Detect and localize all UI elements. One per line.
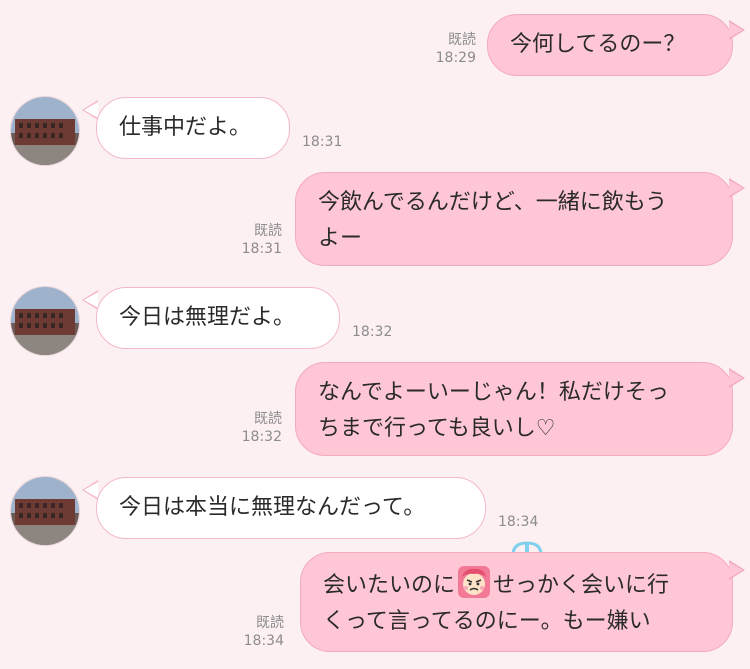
bubble-tail [82,290,98,310]
timestamp: 18:34 [243,633,284,649]
contact-avatar[interactable] [10,96,80,166]
message-text-line: くって言ってるのにー。もー嫌い [323,609,651,634]
timestamp: 18:31 [241,241,282,257]
incoming-message-bubble[interactable]: 今日は無理だよ。 [96,287,340,349]
message-text-line: ちまで行っても良いし♡ [318,416,556,441]
contact-avatar[interactable] [10,286,80,356]
read-receipt: 既読 18:31 [226,222,282,258]
outgoing-message-bubble[interactable]: 会いたいのに せっかく会いに行 くって言ってるのにー。もー嫌い [300,552,733,652]
read-receipt: 既読 18:32 [226,410,282,446]
avatar-building-photo [11,287,79,355]
bubble-tail [729,20,745,40]
timestamp: 18:31 [302,134,343,150]
message-text-line: なんでよーいーじゃん！私だけそっ [318,380,669,405]
angry-face-emoji-icon [457,565,491,599]
read-receipt: 既読 18:34 [228,614,284,650]
contact-avatar[interactable] [10,476,80,546]
outgoing-message-bubble[interactable]: なんでよーいーじゃん！私だけそっ ちまで行っても良いし♡ [295,362,733,456]
timestamp: 18:32 [352,324,393,340]
read-receipt: 既読 18:29 [420,31,476,67]
message-text: 仕事中だよ。 [119,115,252,140]
timestamp: 18:34 [498,514,539,530]
message-text: 今日は本当に無理なんだって。 [119,495,426,520]
outgoing-message-bubble[interactable]: 今飲んでるんだけど、一緒に飲もう よー [295,172,733,266]
bubble-tail [729,178,745,198]
message-text-line: 会いたいのに せっかく会いに行 [323,565,710,604]
outgoing-message-bubble[interactable]: 今何してるのー？ [487,14,733,76]
message-text: 今何してるのー？ [510,32,686,57]
timestamp: 18:29 [435,50,476,66]
avatar-building-photo [11,97,79,165]
bubble-tail [729,368,745,388]
bubble-tail [82,100,98,120]
timestamp: 18:32 [241,429,282,445]
bubble-tail [729,560,745,580]
incoming-message-bubble[interactable]: 今日は本当に無理なんだって。 [96,477,486,539]
message-text-line: よー [318,226,363,251]
message-text: 今日は無理だよ。 [119,305,296,330]
message-text-line: 今飲んでるんだけど、一緒に飲もう [318,190,668,215]
bubble-tail [82,480,98,500]
avatar-building-photo [11,477,79,545]
incoming-message-bubble[interactable]: 仕事中だよ。 [96,97,290,159]
